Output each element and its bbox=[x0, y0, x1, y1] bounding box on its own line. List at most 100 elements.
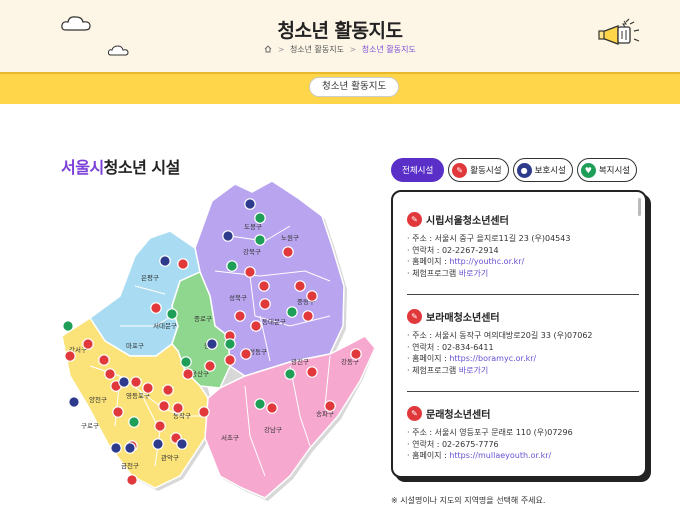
welfare-marker[interactable] bbox=[224, 338, 236, 350]
filter-activity-button[interactable]: ✎ 활동시설 bbox=[448, 158, 509, 182]
filter-all-button[interactable]: 전체시설 bbox=[391, 158, 445, 182]
welfare-marker[interactable] bbox=[62, 320, 74, 332]
filter-label: 복지시설 bbox=[598, 166, 631, 176]
activity-marker[interactable] bbox=[177, 258, 189, 270]
protection-marker[interactable] bbox=[159, 255, 171, 267]
breadcrumb-parent[interactable]: 청소년 활동지도 bbox=[290, 45, 344, 54]
activity-marker[interactable] bbox=[259, 298, 271, 310]
welfare-marker[interactable] bbox=[254, 234, 266, 246]
protection-marker[interactable] bbox=[68, 396, 80, 408]
facility-card[interactable]: ✎ 문래청소년센터 · 주소 : 서울시 영등포구 문래로 110 (우)072… bbox=[407, 406, 639, 462]
activity-marker[interactable] bbox=[266, 402, 278, 414]
activity-marker[interactable] bbox=[158, 400, 170, 412]
facility-name[interactable]: ✎ 시립서울청소년센터 bbox=[407, 212, 639, 227]
facility-name[interactable]: ✎ 문래청소년센터 bbox=[407, 406, 639, 421]
activity-marker[interactable] bbox=[224, 354, 236, 366]
activity-marker[interactable] bbox=[302, 310, 314, 322]
district-label[interactable]: 강남구 bbox=[264, 425, 282, 434]
activity-marker[interactable] bbox=[162, 384, 174, 396]
homepage-link[interactable]: https://mullaeyouth.or.kr/ bbox=[449, 451, 551, 460]
tab-activity-map[interactable]: 청소년 활동지도 bbox=[309, 77, 400, 97]
activity-marker[interactable] bbox=[154, 420, 166, 432]
district-label[interactable]: 강북구 bbox=[243, 247, 261, 256]
activity-marker[interactable] bbox=[198, 406, 210, 418]
protection-marker[interactable] bbox=[176, 438, 188, 450]
activity-marker[interactable] bbox=[150, 302, 162, 314]
facility-name[interactable]: ✎ 보라매청소년센터 bbox=[407, 309, 639, 324]
protection-marker[interactable] bbox=[222, 230, 234, 242]
filter-welfare-button[interactable]: ♥ 복지시설 bbox=[576, 158, 638, 182]
welfare-marker[interactable] bbox=[128, 416, 140, 428]
program-link[interactable]: 바로가기 bbox=[459, 269, 488, 278]
activity-marker[interactable] bbox=[82, 338, 94, 350]
district-label[interactable]: 종로구 bbox=[194, 315, 212, 323]
welfare-marker[interactable] bbox=[226, 260, 238, 272]
section-title: 서울시청소년 시설 bbox=[61, 154, 180, 178]
protection-marker[interactable] bbox=[152, 438, 164, 450]
divider bbox=[407, 294, 639, 295]
activity-marker[interactable] bbox=[130, 376, 142, 388]
activity-marker[interactable] bbox=[112, 406, 124, 418]
district-label[interactable]: 금천구 bbox=[121, 461, 139, 470]
district-label[interactable]: 서대문구 bbox=[153, 321, 177, 330]
activity-marker[interactable] bbox=[294, 280, 306, 292]
district-label[interactable]: 노원구 bbox=[281, 233, 299, 242]
district-label[interactable]: 관악구 bbox=[161, 453, 179, 462]
facility-address: · 주소 : 서울시 중구 을지로11길 23 (우)04543 bbox=[407, 234, 571, 243]
activity-marker[interactable] bbox=[306, 366, 318, 378]
welfare-marker[interactable] bbox=[286, 306, 298, 318]
welfare-marker[interactable] bbox=[254, 398, 266, 410]
district-label[interactable]: 은평구 bbox=[141, 273, 159, 282]
activity-marker[interactable] bbox=[126, 474, 138, 486]
welfare-marker[interactable] bbox=[284, 368, 296, 380]
protection-marker[interactable] bbox=[124, 442, 136, 454]
page-title: 청소년 활동지도 bbox=[277, 20, 403, 42]
homepage-link[interactable]: https://boramyc.or.kr/ bbox=[449, 354, 536, 363]
facility-card[interactable]: ✎ 보라매청소년센터 · 주소 : 서울시 동작구 여의대방로20길 33 (우… bbox=[407, 309, 639, 376]
welfare-marker[interactable] bbox=[166, 308, 178, 320]
activity-marker[interactable] bbox=[350, 348, 362, 360]
activity-marker[interactable] bbox=[204, 360, 216, 372]
district-label[interactable]: 성북구 bbox=[229, 293, 247, 302]
filter-label: 활동시설 bbox=[470, 166, 502, 176]
welfare-marker[interactable] bbox=[180, 356, 192, 368]
district-label[interactable]: 동대문구 bbox=[262, 318, 286, 326]
district-label[interactable]: 도봉구 bbox=[244, 223, 262, 231]
activity-marker[interactable] bbox=[240, 348, 252, 360]
activity-marker[interactable] bbox=[172, 402, 184, 414]
instruction-note: ※ 시설명이나 지도의 지역명을 선택해 주세요. bbox=[391, 496, 546, 505]
filter-protection-button[interactable]: ● 보호시설 bbox=[512, 158, 573, 182]
protection-marker[interactable] bbox=[110, 442, 122, 454]
activity-marker[interactable] bbox=[142, 382, 154, 394]
protection-marker[interactable] bbox=[118, 376, 130, 388]
activity-marker[interactable] bbox=[104, 368, 116, 380]
district-label[interactable]: 마포구 bbox=[126, 341, 144, 350]
activity-marker[interactable] bbox=[98, 354, 110, 366]
protection-icon: ● bbox=[516, 162, 532, 178]
home-icon[interactable] bbox=[264, 45, 272, 53]
facility-list-panel[interactable]: ✎ 시립서울청소년센터 · 주소 : 서울시 중구 을지로11길 23 (우)0… bbox=[391, 190, 647, 478]
protection-marker[interactable] bbox=[244, 198, 256, 210]
activity-marker[interactable] bbox=[250, 320, 262, 332]
facility-card[interactable]: ✎ 시립서울청소년센터 · 주소 : 서울시 중구 을지로11길 23 (우)0… bbox=[407, 212, 639, 279]
breadcrumb-current: 청소년 활동지도 bbox=[361, 45, 416, 54]
activity-marker[interactable] bbox=[258, 280, 270, 292]
activity-marker[interactable] bbox=[282, 246, 294, 258]
activity-marker[interactable] bbox=[244, 266, 256, 278]
activity-marker[interactable] bbox=[324, 400, 336, 412]
district-label[interactable]: 광진구 bbox=[291, 357, 309, 366]
welfare-marker[interactable] bbox=[254, 212, 266, 224]
district-label[interactable]: 양천구 bbox=[89, 395, 107, 404]
activity-icon: ✎ bbox=[452, 162, 468, 178]
district-label[interactable]: 서초구 bbox=[221, 433, 239, 442]
protection-marker[interactable] bbox=[206, 338, 218, 350]
activity-marker[interactable] bbox=[234, 310, 246, 322]
activity-marker[interactable] bbox=[64, 350, 76, 362]
section-title-rest: 청소년 시설 bbox=[103, 158, 181, 177]
section-title-accent: 서울시 bbox=[61, 158, 104, 177]
activity-marker[interactable] bbox=[306, 290, 318, 302]
district-label[interactable]: 구로구 bbox=[81, 422, 99, 430]
activity-marker[interactable] bbox=[182, 368, 194, 380]
program-link[interactable]: 바로가기 bbox=[459, 366, 488, 375]
homepage-link[interactable]: http://youthc.or.kr/ bbox=[449, 257, 524, 266]
